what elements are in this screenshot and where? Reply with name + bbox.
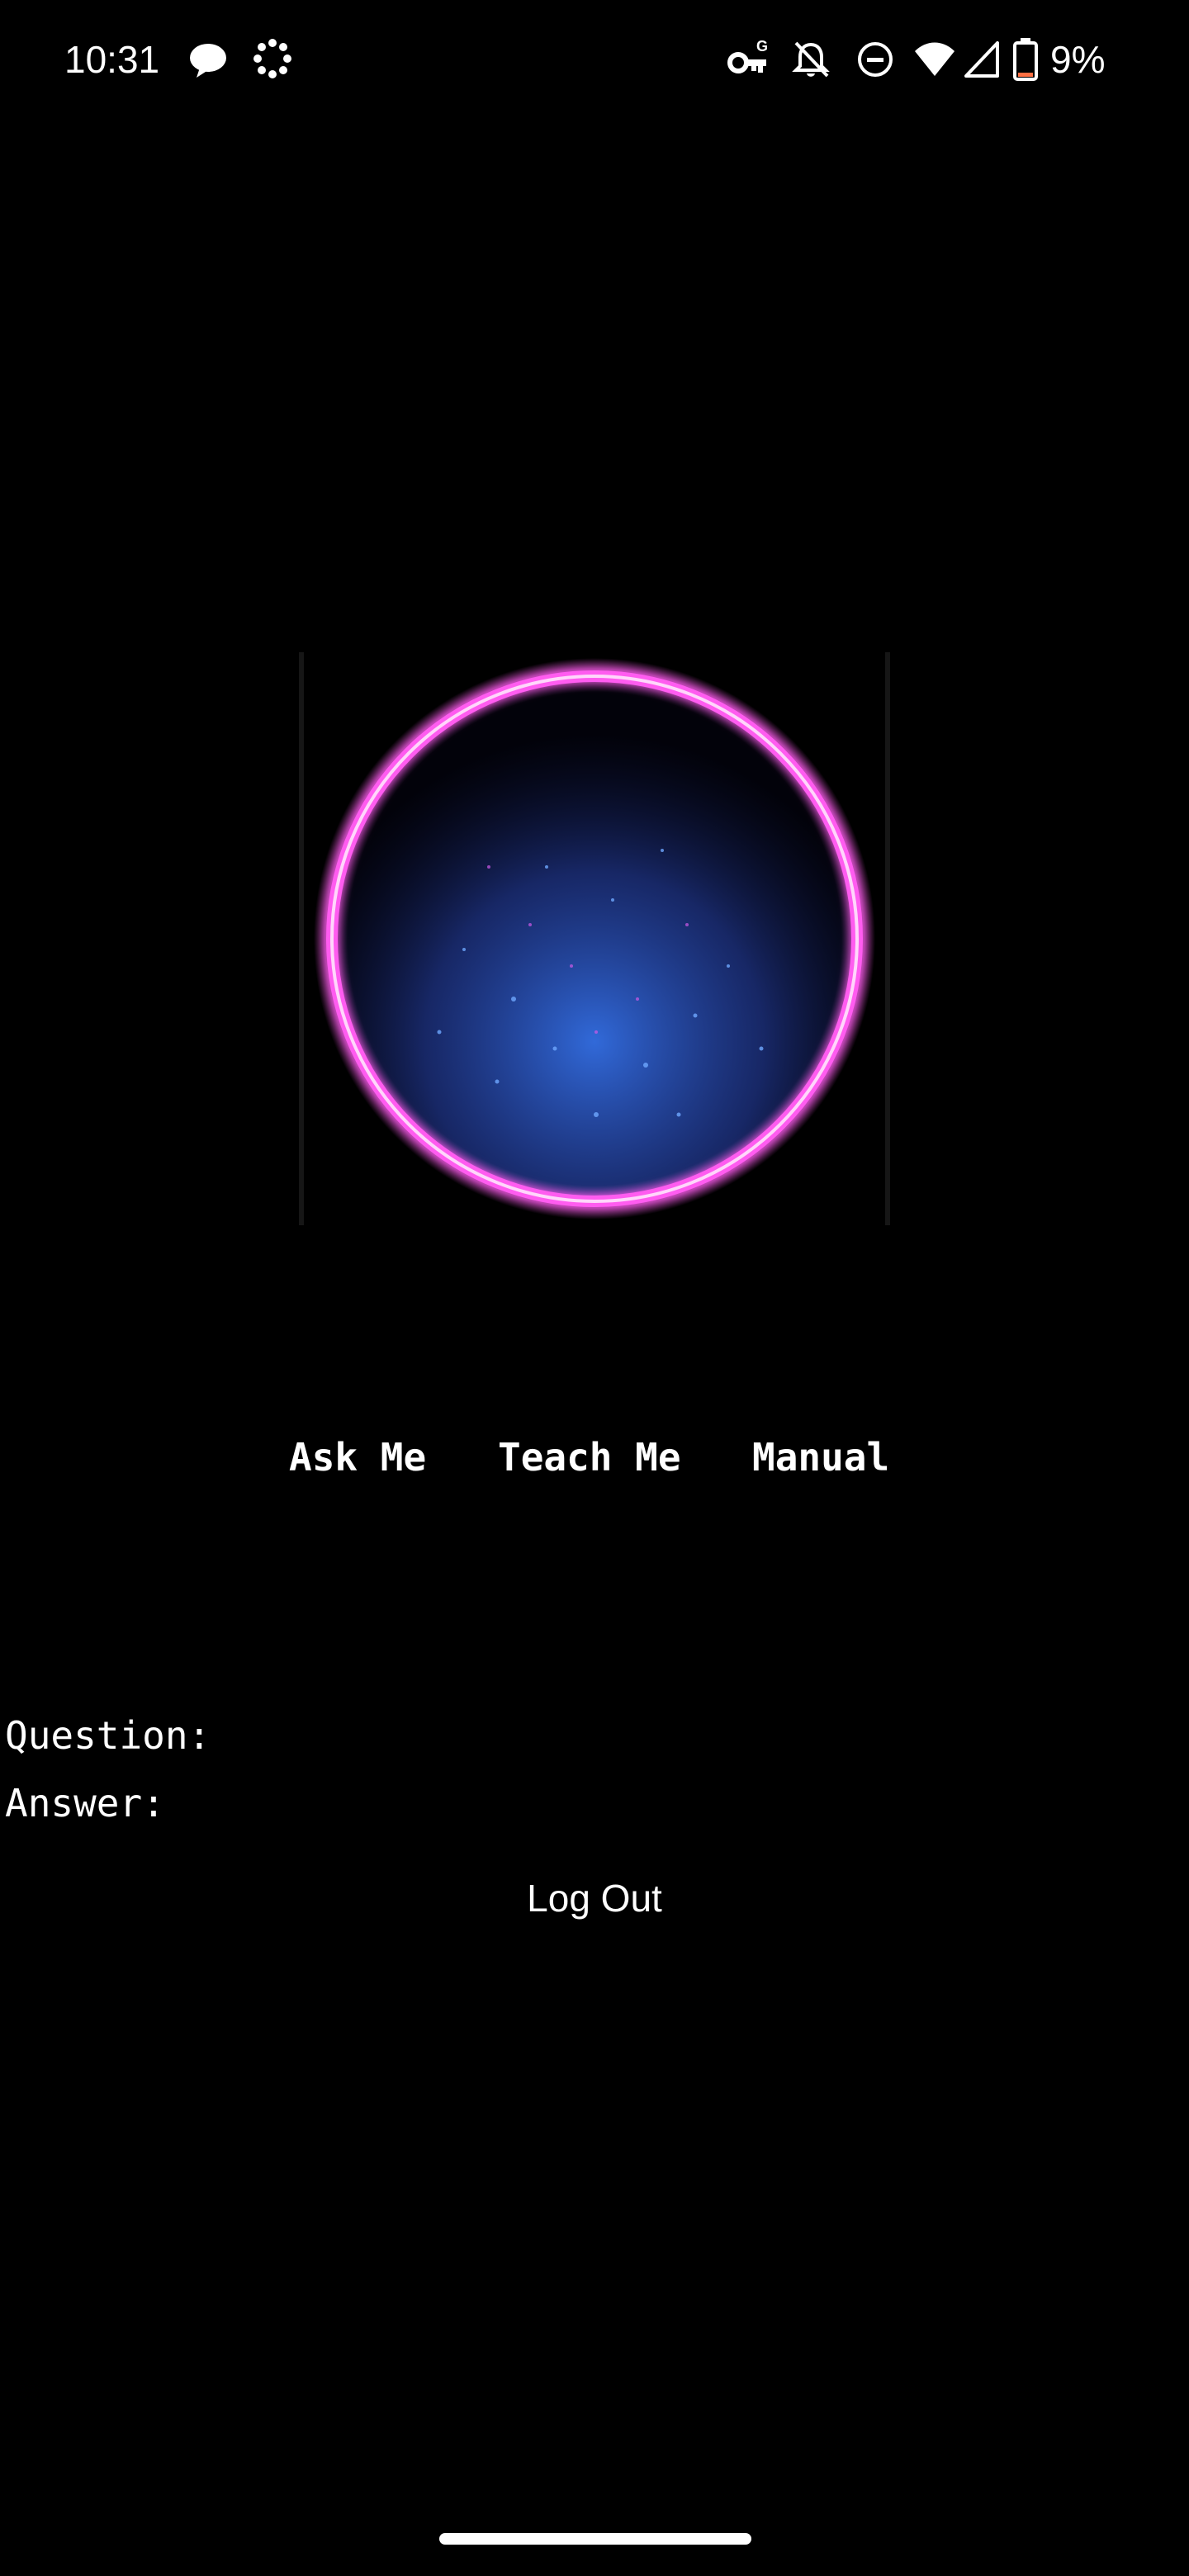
- vpn-key-icon: G: [727, 38, 768, 73]
- ask-me-button[interactable]: Ask Me: [289, 1428, 426, 1486]
- svg-text:G: G: [756, 38, 768, 54]
- question-line: Question:: [5, 1709, 220, 1762]
- status-time: 10:31: [64, 38, 160, 81]
- notifications-off-icon: [792, 41, 830, 78]
- loading-dots-icon: [253, 39, 291, 78]
- gesture-navigation-bar[interactable]: [439, 2533, 751, 2545]
- battery-percent: 9%: [1050, 38, 1106, 81]
- voice-orb: [299, 652, 890, 1225]
- status-bar: 10:31 G 9%: [0, 0, 1189, 121]
- wifi-icon: [915, 42, 955, 76]
- answer-label: Answer:: [5, 1781, 165, 1825]
- cell-signal-icon: [964, 41, 999, 78]
- voice-orb-graphic: [299, 652, 890, 1225]
- manual-button[interactable]: Manual: [752, 1428, 889, 1486]
- battery-low-icon: [1013, 38, 1038, 81]
- logout-button[interactable]: Log Out: [462, 1869, 727, 1927]
- question-label: Question:: [5, 1713, 211, 1758]
- do-not-disturb-icon: [858, 42, 893, 77]
- chat-bubble-icon: [190, 44, 226, 78]
- answer-line: Answer:: [5, 1777, 175, 1830]
- teach-me-button[interactable]: Teach Me: [498, 1428, 681, 1486]
